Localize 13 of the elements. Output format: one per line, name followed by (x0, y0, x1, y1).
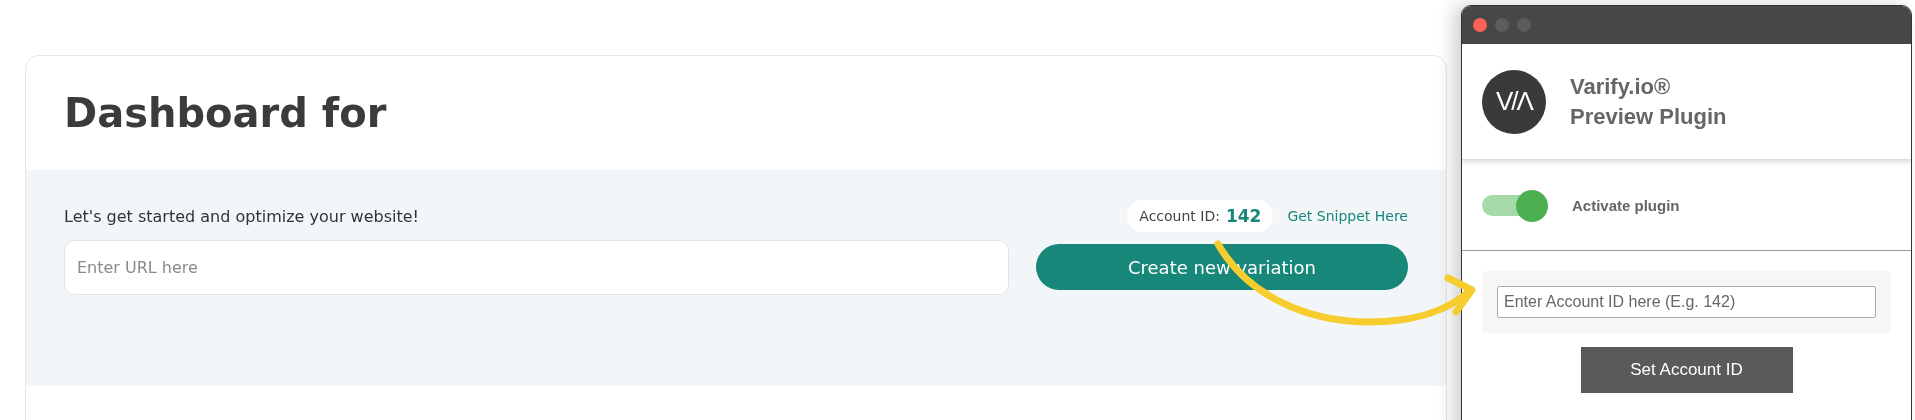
plugin-title: Varify.io® Preview Plugin (1570, 72, 1727, 131)
create-variation-button[interactable]: Create new variation (1036, 244, 1408, 290)
window-control[interactable] (1473, 18, 1487, 32)
url-field[interactable]: Enter URL here (64, 240, 1009, 295)
account-id-field[interactable]: Enter Account ID here (E.g. 142) (1497, 286, 1876, 318)
toggle-label: Activate plugin (1572, 196, 1680, 214)
snippet-link[interactable]: Get Snippet Here (1287, 208, 1408, 224)
set-account-button[interactable]: Set Account ID (1580, 347, 1793, 393)
account-id-badge: Account ID: 142 (1127, 200, 1274, 232)
page-title: Dashboard for (64, 90, 387, 136)
activate-toggle[interactable] (1482, 190, 1548, 220)
plugin-logo: V/Λ (1482, 69, 1546, 134)
intro-text: Let's get started and optimize your website! (64, 207, 420, 228)
